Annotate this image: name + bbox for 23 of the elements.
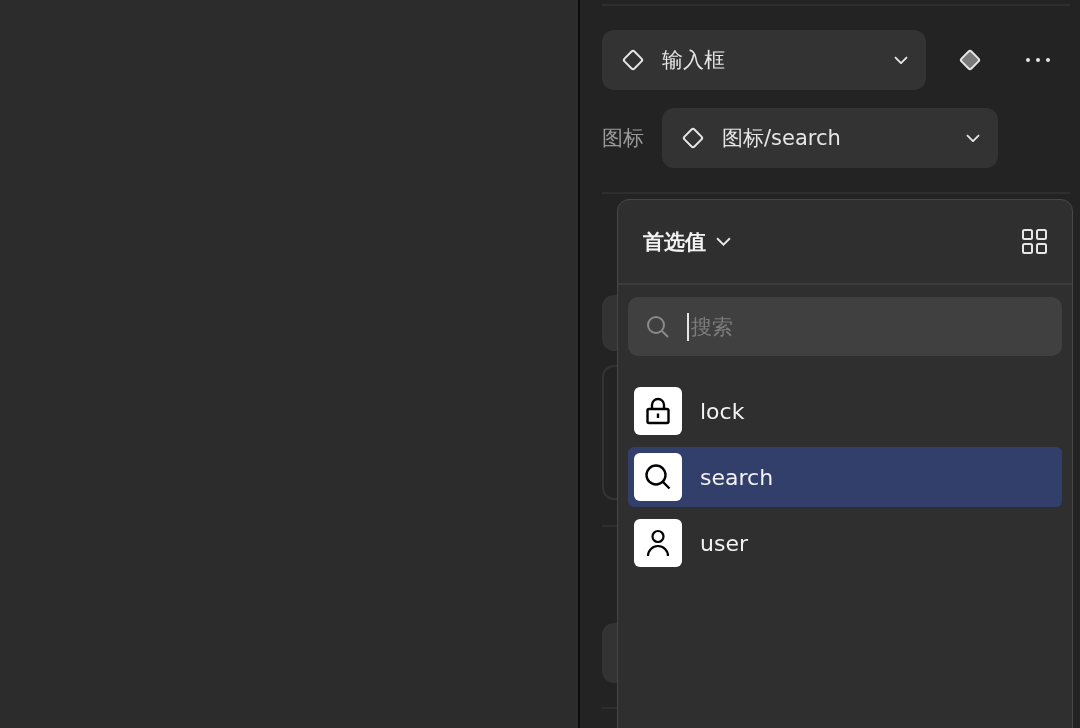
search-icon: [646, 315, 670, 339]
field-label: 图标: [602, 125, 645, 152]
component-select[interactable]: 输入框: [602, 30, 926, 90]
icon-name: search: [700, 464, 774, 490]
icon-name: user: [700, 530, 748, 556]
chevron-down-icon: [716, 237, 731, 246]
text-cursor: [687, 313, 689, 341]
chevron-down-icon: [894, 55, 908, 65]
icon-name: lock: [700, 398, 745, 424]
icon-list-item[interactable]: search: [628, 447, 1062, 507]
chevron-down-icon: [966, 133, 980, 143]
search-icon: [644, 463, 672, 491]
grid-icon[interactable]: [1022, 228, 1048, 255]
lock-icon: [645, 397, 671, 425]
user-icon: [645, 529, 671, 557]
icon-list-item[interactable]: lock: [628, 381, 1062, 441]
diamond-icon: [680, 125, 706, 151]
diamond-icon: [620, 47, 646, 73]
icon-list-item[interactable]: user: [628, 513, 1062, 573]
icon-select[interactable]: 图标/search: [662, 108, 998, 168]
search-field[interactable]: 搜索: [628, 297, 1062, 356]
library-dropdown[interactable]: 首选值: [643, 227, 731, 256]
more-icon: [1025, 57, 1051, 63]
